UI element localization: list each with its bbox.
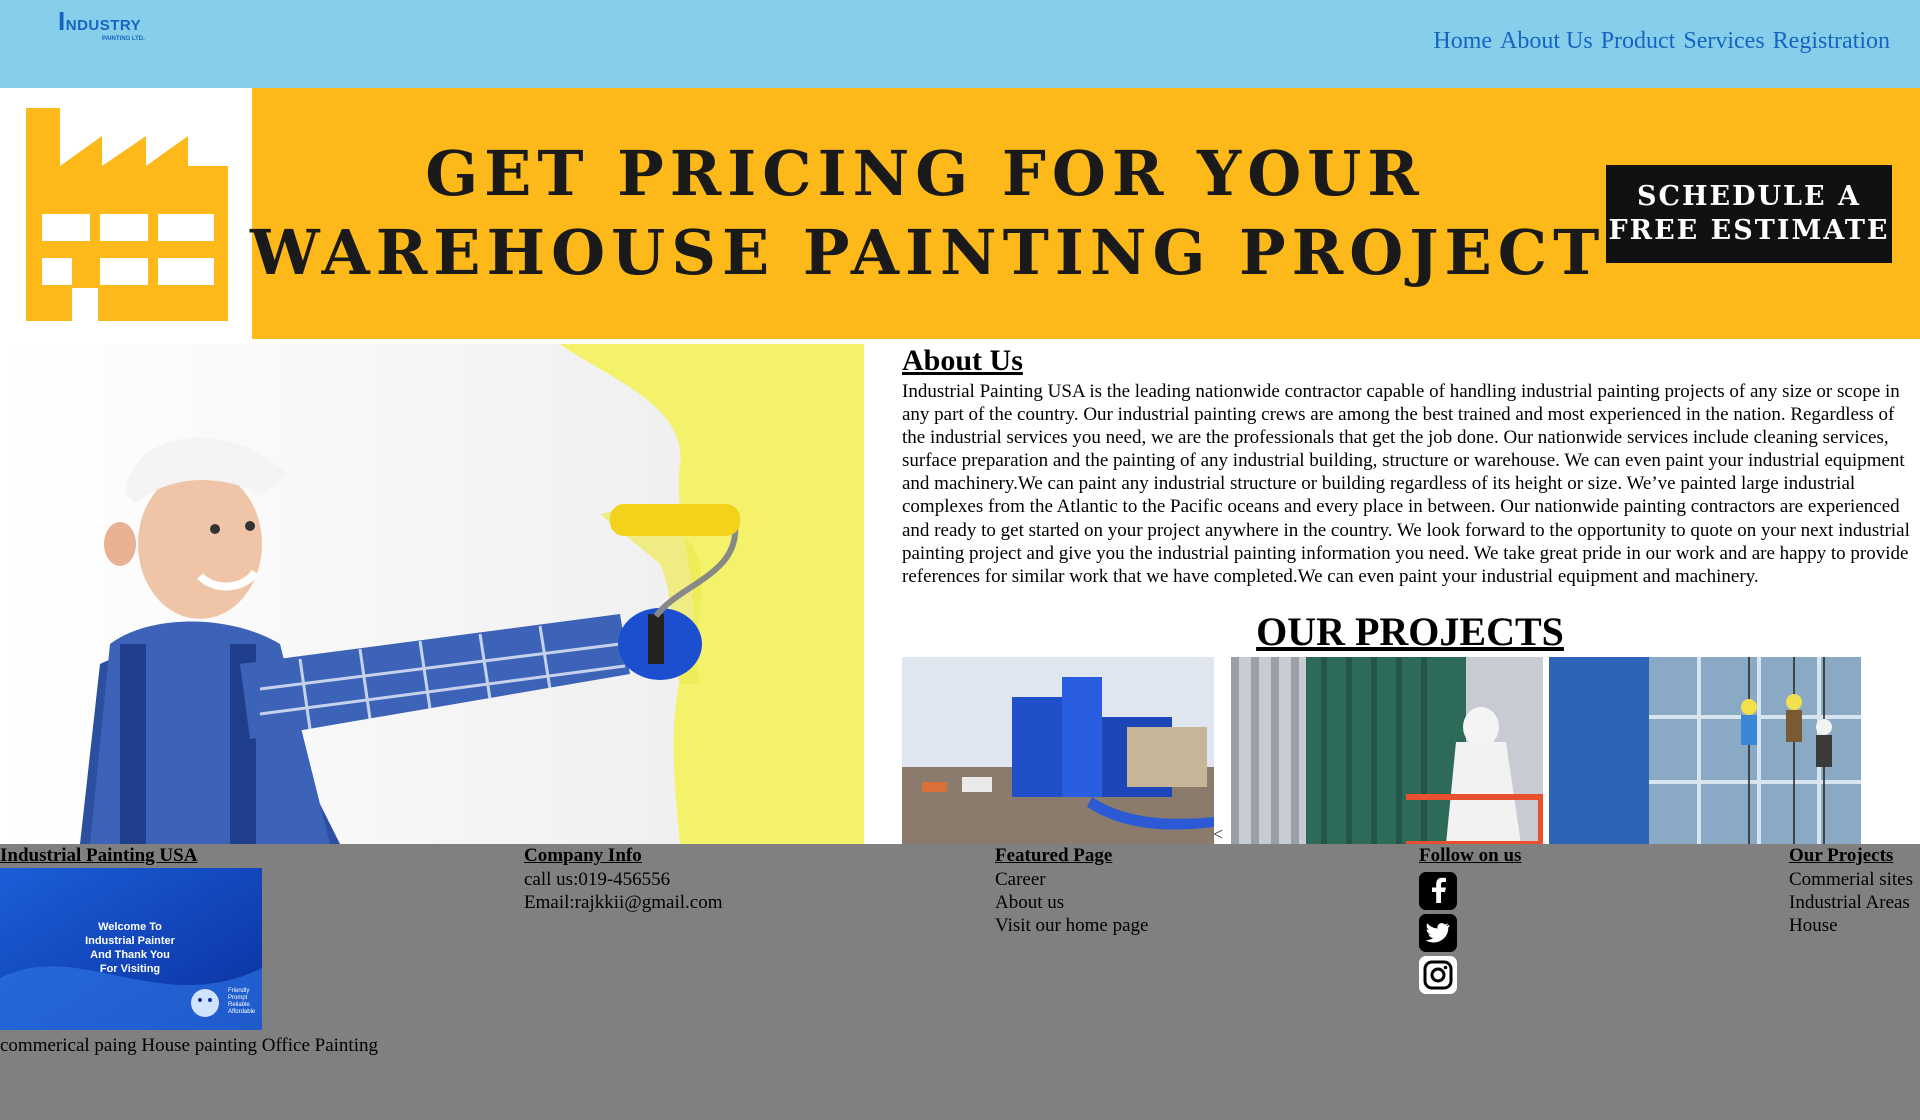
banner-headline-2: WAREHOUSE PAINTING PROJECT — [250, 216, 1606, 289]
welcome-text: Welcome To Industrial Painter And Thank … — [85, 921, 175, 975]
company-email[interactable]: Email:rajkkii@gmail.com — [524, 891, 722, 914]
pricing-banner[interactable]: GET PRICING FOR YOUR WAREHOUSE PAINTING … — [0, 88, 1920, 339]
projects-link-industrial[interactable]: Industrial Areas — [1789, 891, 1913, 914]
project-image-industrial-plant[interactable] — [902, 657, 1214, 844]
footer-link-commercial[interactable]: commerical paing — [0, 1035, 137, 1056]
factory-icon-box — [0, 88, 252, 339]
company-info-heading: Company Info — [524, 845, 642, 866]
footer-link-office[interactable]: Office Painting — [262, 1035, 378, 1056]
nav-about-us[interactable]: About Us — [1500, 28, 1593, 55]
facebook-icon[interactable] — [1419, 872, 1457, 910]
about-us-text: Industrial Painting USA is the leading n… — [902, 381, 1910, 587]
featured-link-about[interactable]: About us — [995, 891, 1148, 914]
about-us-heading: About Us — [902, 344, 1023, 377]
site-logo[interactable]: INDUSTRY PAINTING LTD. — [58, 6, 158, 46]
projects-link-house[interactable]: House — [1789, 914, 1913, 937]
site-footer: Industrial Painting USA Welcome To Indus… — [0, 844, 1920, 1120]
featured-link-home[interactable]: Visit our home page — [995, 914, 1148, 937]
company-phone: call us:019-456556 — [524, 869, 671, 890]
logo-subtext: PAINTING LTD. — [102, 36, 145, 42]
projects-link-commercial[interactable]: Commerial sites — [1789, 868, 1913, 891]
nav-home[interactable]: Home — [1433, 28, 1492, 55]
factory-icon — [26, 108, 228, 321]
follow-heading: Follow on us — [1419, 845, 1522, 866]
footer-col-social: Follow on us — [1419, 844, 1521, 994]
nav-services[interactable]: Services — [1683, 28, 1764, 55]
instagram-icon[interactable] — [1419, 956, 1457, 994]
welcome-tags: Friendly Prompt Reliable Affordable — [228, 988, 256, 1015]
twitter-icon[interactable] — [1419, 914, 1457, 952]
footer-col-projects: Our Projects Commerial sites Industrial … — [1789, 844, 1913, 937]
footer-brand-heading: Industrial Painting USA — [0, 845, 198, 866]
banner-headline-1: GET PRICING FOR YOUR — [425, 137, 1425, 210]
main-nav: Home About Us Product Services Registrat… — [1433, 28, 1890, 55]
our-projects-footer-heading: Our Projects — [1789, 845, 1894, 866]
featured-link-career[interactable]: Career — [995, 868, 1148, 891]
project-image-spray-painting[interactable] — [1231, 657, 1543, 844]
slider-prev-arrow[interactable]: < — [1213, 824, 1223, 845]
footer-col-company: Company Info call us:019-456556 Email:ra… — [524, 844, 722, 914]
project-image-building-facade[interactable] — [1549, 657, 1861, 844]
estimate-line-1: SCHEDULE A — [1637, 181, 1861, 212]
our-projects-heading: OUR PROJECTS — [1256, 609, 1564, 654]
nav-product[interactable]: Product — [1601, 28, 1676, 55]
footer-link-house[interactable]: House painting — [141, 1035, 257, 1056]
schedule-estimate-button[interactable]: SCHEDULE A FREE ESTIMATE — [1606, 165, 1892, 263]
estimate-line-2: FREE ESTIMATE — [1608, 215, 1890, 246]
nav-registration[interactable]: Registration — [1773, 28, 1890, 55]
painter-hero-image — [0, 344, 864, 844]
site-header: INDUSTRY PAINTING LTD. Home About Us Pro… — [0, 0, 1920, 88]
logo-text: INDUSTRY — [58, 6, 142, 36]
featured-page-heading: Featured Page — [995, 845, 1113, 866]
footer-col-brand: Industrial Painting USA — [0, 844, 197, 868]
footer-col-featured: Featured Page Career About us Visit our … — [995, 844, 1148, 937]
footer-service-links: commerical paing House painting Office P… — [0, 1034, 378, 1057]
welcome-card-image: Welcome To Industrial Painter And Thank … — [0, 868, 262, 1030]
